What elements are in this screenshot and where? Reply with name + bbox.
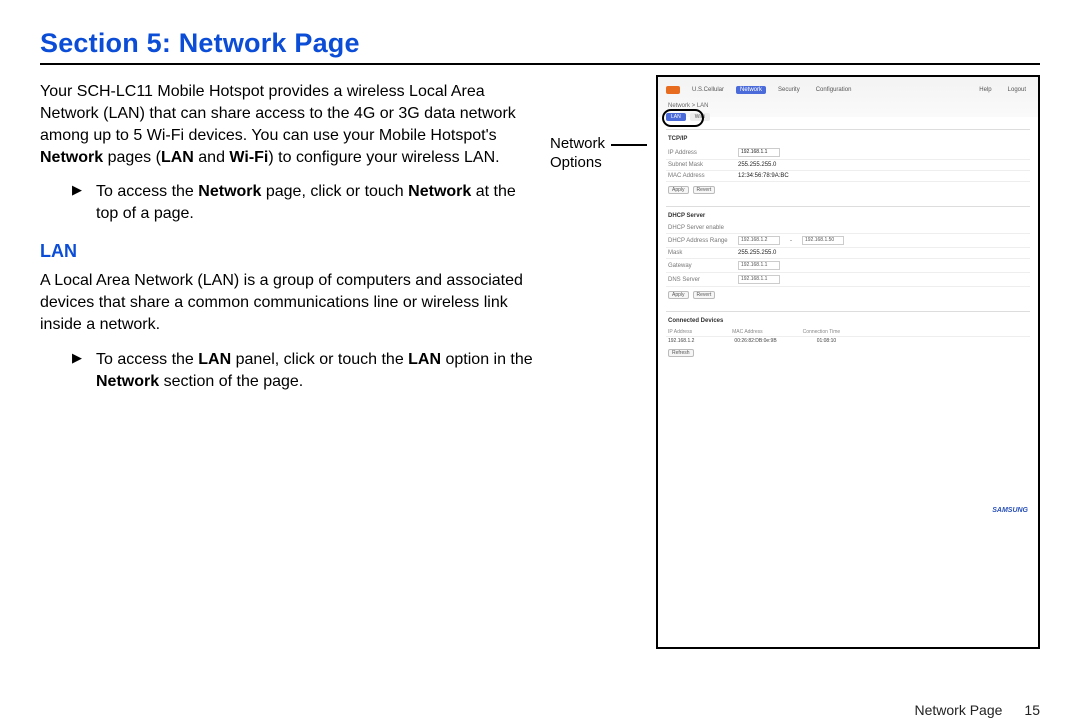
subnet-label: Subnet Mask [668,162,728,168]
nav-security[interactable]: Security [774,86,804,94]
tcpip-title: TCP/IP [668,136,1030,142]
bullet-access-lan: To access the LAN panel, click or touch … [40,349,534,393]
dhcp-dns-value[interactable]: 192.168.1.1 [738,275,780,284]
tab-lan[interactable]: LAN [666,113,686,121]
callout-label: Network Options [550,135,605,173]
b2-b: LAN [198,351,231,368]
right-column: Network Options U.S.Cellular Network Sec… [534,75,1040,649]
tcpip-revert-button[interactable]: Revert [693,186,716,194]
dhcp-range-label: DHCP Address Range [668,238,728,244]
intro-bold-network: Network [40,149,103,166]
table-row: 192.168.1.2 00:26:82:DB:0e:9B 01:08:10 [666,337,1030,345]
section-title: Section 5: Network Page [40,28,1080,59]
b2-g: section of the page. [159,373,303,390]
b1-c: page, click or touch [261,183,408,200]
tcpip-apply-button[interactable]: Apply [668,186,689,194]
b1-d: Network [408,183,471,200]
ui-topbar: U.S.Cellular Network Security Configurat… [666,83,1030,97]
dhcp-range-start[interactable]: 192.168.1.2 [738,236,780,245]
b2-f: Network [96,373,159,390]
mac-value: 12:34:56:78:9A:BC [738,173,789,179]
left-column: Your SCH-LC11 Mobile Hotspot provides a … [40,75,534,649]
dhcp-dns-label: DNS Server [668,277,728,283]
subnet-value: 255.255.255.0 [738,162,776,168]
dhcp-apply-button[interactable]: Apply [668,291,689,299]
ui-screenshot: U.S.Cellular Network Security Configurat… [658,77,1038,647]
ui-tabs: LAN WiFi [666,113,1030,121]
b2-c: panel, click or touch the [231,351,408,368]
callout-connector-line [611,144,647,146]
dhcp-mask-value: 255.255.255.0 [738,250,776,256]
nav-logout[interactable]: Logout [1004,86,1030,94]
dhcp-title: DHCP Server [668,213,1030,219]
b2-d: LAN [408,351,441,368]
intro-paragraph: Your SCH-LC11 Mobile Hotspot provides a … [40,81,534,169]
page-footer: Network Page 15 [914,702,1040,718]
samsung-logo: SAMSUNG [992,507,1028,514]
intro-bold-lan: LAN [161,149,194,166]
b1-b: Network [198,183,261,200]
row-time: 01:08:10 [817,338,836,344]
lan-paragraph: A Local Area Network (LAN) is a group of… [40,270,534,336]
intro-text-2: pages ( [103,149,161,166]
intro-text-4: ) to configure your wireless LAN. [268,149,499,166]
nav-network[interactable]: Network [736,86,766,94]
callout-line-2: Options [550,154,605,173]
lan-heading: LAN [40,239,534,264]
intro-text-1: Your SCH-LC11 Mobile Hotspot provides a … [40,83,516,144]
screenshot: U.S.Cellular Network Security Configurat… [656,75,1040,649]
row-ip: 192.168.1.2 [668,338,694,344]
bullet-access-network: To access the Network page, click or tou… [40,181,534,225]
page-number: 15 [1024,702,1040,718]
devices-refresh-button[interactable]: Refresh [668,349,694,357]
nav-help[interactable]: Help [975,86,995,94]
ip-input[interactable]: 192.168.1.1 [738,148,780,157]
b1-a: To access the [96,183,198,200]
intro-text-3: and [194,149,230,166]
title-underline [40,63,1040,65]
intro-bold-wifi: Wi-Fi [229,149,268,166]
b2-a: To access the [96,351,198,368]
col-mac: MAC Address [732,329,763,335]
carrier-logo-icon [666,86,680,94]
tcpip-panel: TCP/IP IP Address 192.168.1.1 Subnet Mask… [666,129,1030,202]
dhcp-range-end[interactable]: 192.168.1.50 [802,236,844,245]
carrier-name: U.S.Cellular [688,86,728,94]
devices-panel: Connected Devices IP Address MAC Address… [666,311,1030,365]
footer-label: Network Page [914,702,1002,718]
tab-wifi[interactable]: WiFi [690,113,710,121]
row-mac: 00:26:82:DB:0e:9B [734,338,776,344]
nav-config[interactable]: Configuration [812,86,856,94]
dhcp-enable[interactable]: DHCP Server enable [668,225,724,231]
dhcp-revert-button[interactable]: Revert [693,291,716,299]
breadcrumb: Network > LAN [668,103,1030,109]
dhcp-panel: DHCP Server DHCP Server enable DHCP Addr… [666,206,1030,307]
dhcp-gateway-label: Gateway [668,263,728,269]
col-time: Connection Time [803,329,841,335]
devices-title: Connected Devices [668,318,1030,324]
dhcp-gateway-value[interactable]: 192.168.1.1 [738,261,780,270]
dhcp-range-dash: - [790,238,792,244]
b2-e: option in the [441,351,533,368]
dhcp-mask-label: Mask [668,250,728,256]
callout-line-1: Network [550,135,605,154]
ip-label: IP Address [668,150,728,156]
col-ip: IP Address [668,329,692,335]
mac-label: MAC Address [668,173,728,179]
